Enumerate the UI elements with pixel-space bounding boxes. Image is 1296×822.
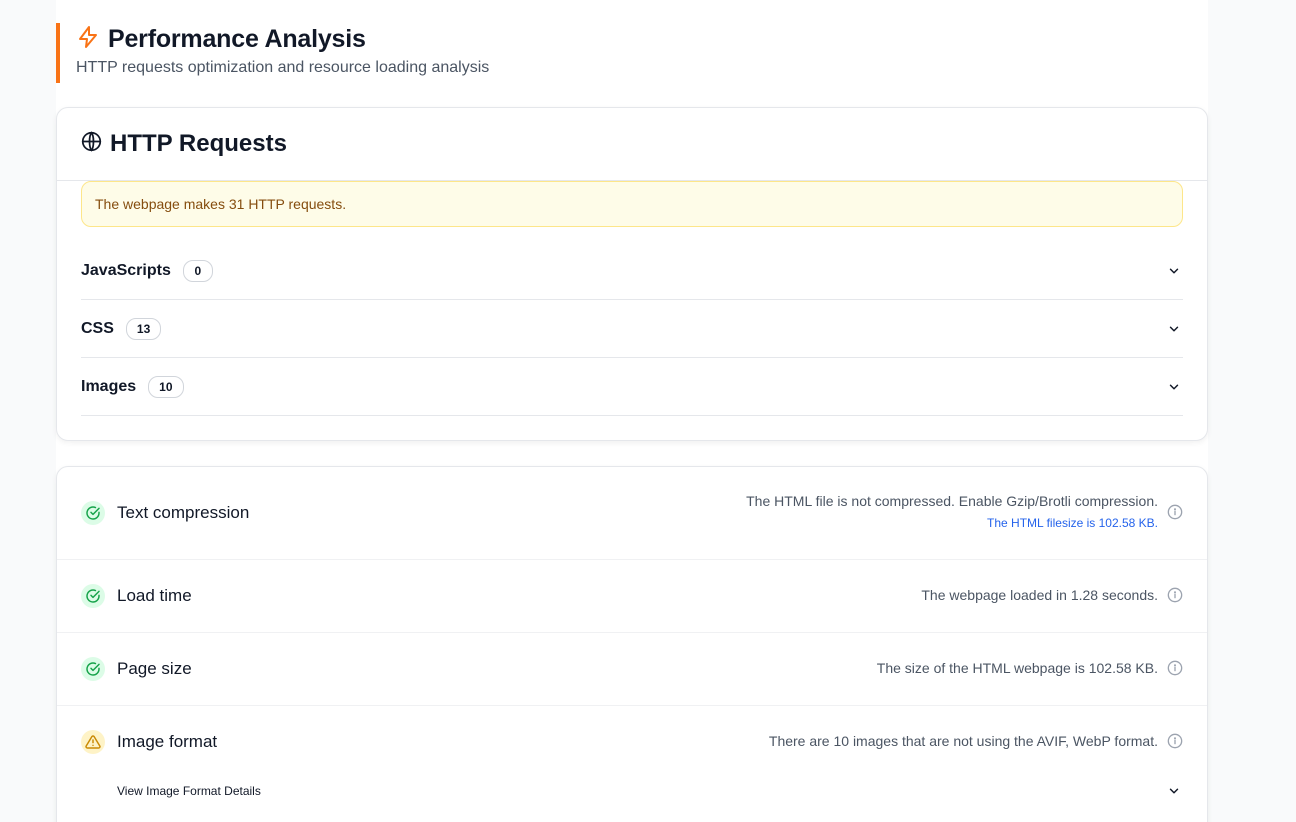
metric-page-size: Page size The size of the HTML webpage i… [57, 633, 1207, 706]
page-title: Performance Analysis [108, 24, 366, 53]
image-format-details-toggle[interactable]: View Image Format Details [117, 776, 1183, 806]
metric-label: Load time [117, 586, 192, 605]
metric-sub-message: The HTML filesize is 102.58 KB. [987, 516, 1158, 530]
chevron-down-icon[interactable] [1167, 322, 1181, 336]
metric-left: Page size [81, 657, 192, 681]
details-label: View Image Format Details [117, 784, 261, 798]
header-title-row: Performance Analysis [76, 23, 756, 55]
count-badge: 13 [125, 317, 162, 340]
lightning-icon [76, 25, 100, 54]
info-icon[interactable] [1167, 587, 1183, 603]
check-circle-icon [81, 657, 105, 681]
request-groups: JavaScripts 0 CSS 13 Images 10 [81, 242, 1183, 416]
http-requests-title: HTTP Requests [110, 130, 287, 157]
metric-load-time: Load time The webpage loaded in 1.28 sec… [57, 560, 1207, 633]
metric-label: Page size [117, 659, 192, 678]
info-icon[interactable] [1167, 504, 1183, 520]
metric-message: There are 10 images that are not using t… [768, 733, 1158, 749]
chevron-down-icon[interactable] [1167, 264, 1181, 278]
count-badge: 10 [148, 375, 184, 398]
accordion-css[interactable]: CSS 13 [81, 300, 1183, 358]
accordion-javascripts[interactable]: JavaScripts 0 [81, 242, 1183, 300]
accordion-javascripts-left: JavaScripts 0 [81, 259, 213, 282]
metric-message: The HTML file is not compressed. Enable … [746, 493, 1158, 509]
count-badge: 0 [182, 259, 213, 282]
metric-left: Image format [81, 730, 217, 754]
metric-messages: The HTML file is not compressed. Enable … [746, 493, 1158, 530]
metric-left: Text compression [81, 501, 249, 525]
metric-right: The webpage loaded in 1.28 seconds. [921, 587, 1183, 603]
http-requests-card: HTTP Requests The webpage makes 31 HTTP … [56, 107, 1208, 441]
chevron-down-icon[interactable] [1167, 784, 1181, 798]
accordion-label: CSS [81, 319, 114, 337]
warning-icon [81, 730, 105, 754]
accordion-images-left: Images 10 [81, 375, 184, 398]
metric-label: Text compression [117, 503, 250, 522]
http-requests-header: HTTP Requests [57, 108, 1207, 181]
metric-right: The HTML file is not compressed. Enable … [746, 493, 1183, 530]
page-subtitle: HTTP requests optimization and resource … [76, 59, 490, 76]
metric-right: There are 10 images that are not using t… [769, 733, 1183, 749]
accordion-css-left: CSS 13 [81, 317, 162, 340]
metrics-card: Text compression The HTML file is not co… [56, 466, 1208, 822]
accordion-images[interactable]: Images 10 [81, 358, 1183, 416]
metric-message: The size of the HTML webpage is 102.58 K… [876, 660, 1158, 676]
info-icon[interactable] [1167, 733, 1183, 749]
accordion-label: Images [81, 377, 137, 395]
page-header: Performance Analysis HTTP requests optim… [56, 23, 756, 83]
metric-text-compression: Text compression The HTML file is not co… [57, 467, 1207, 560]
check-circle-icon [81, 501, 105, 525]
globe-icon [81, 131, 102, 157]
metric-right: The size of the HTML webpage is 102.58 K… [877, 660, 1183, 676]
accordion-label: JavaScripts [81, 261, 171, 279]
chevron-down-icon[interactable] [1167, 380, 1181, 394]
check-circle-icon [81, 584, 105, 608]
metric-message: The webpage loaded in 1.28 seconds. [921, 587, 1158, 603]
metric-left: Load time [81, 584, 192, 608]
http-requests-alert: The webpage makes 31 HTTP requests. [81, 181, 1183, 227]
metric-image-format: Image format There are 10 images that ar… [57, 706, 1207, 822]
page: Performance Analysis HTTP requests optim… [56, 0, 1208, 822]
info-icon[interactable] [1167, 660, 1183, 676]
metric-label: Image format [117, 732, 218, 751]
